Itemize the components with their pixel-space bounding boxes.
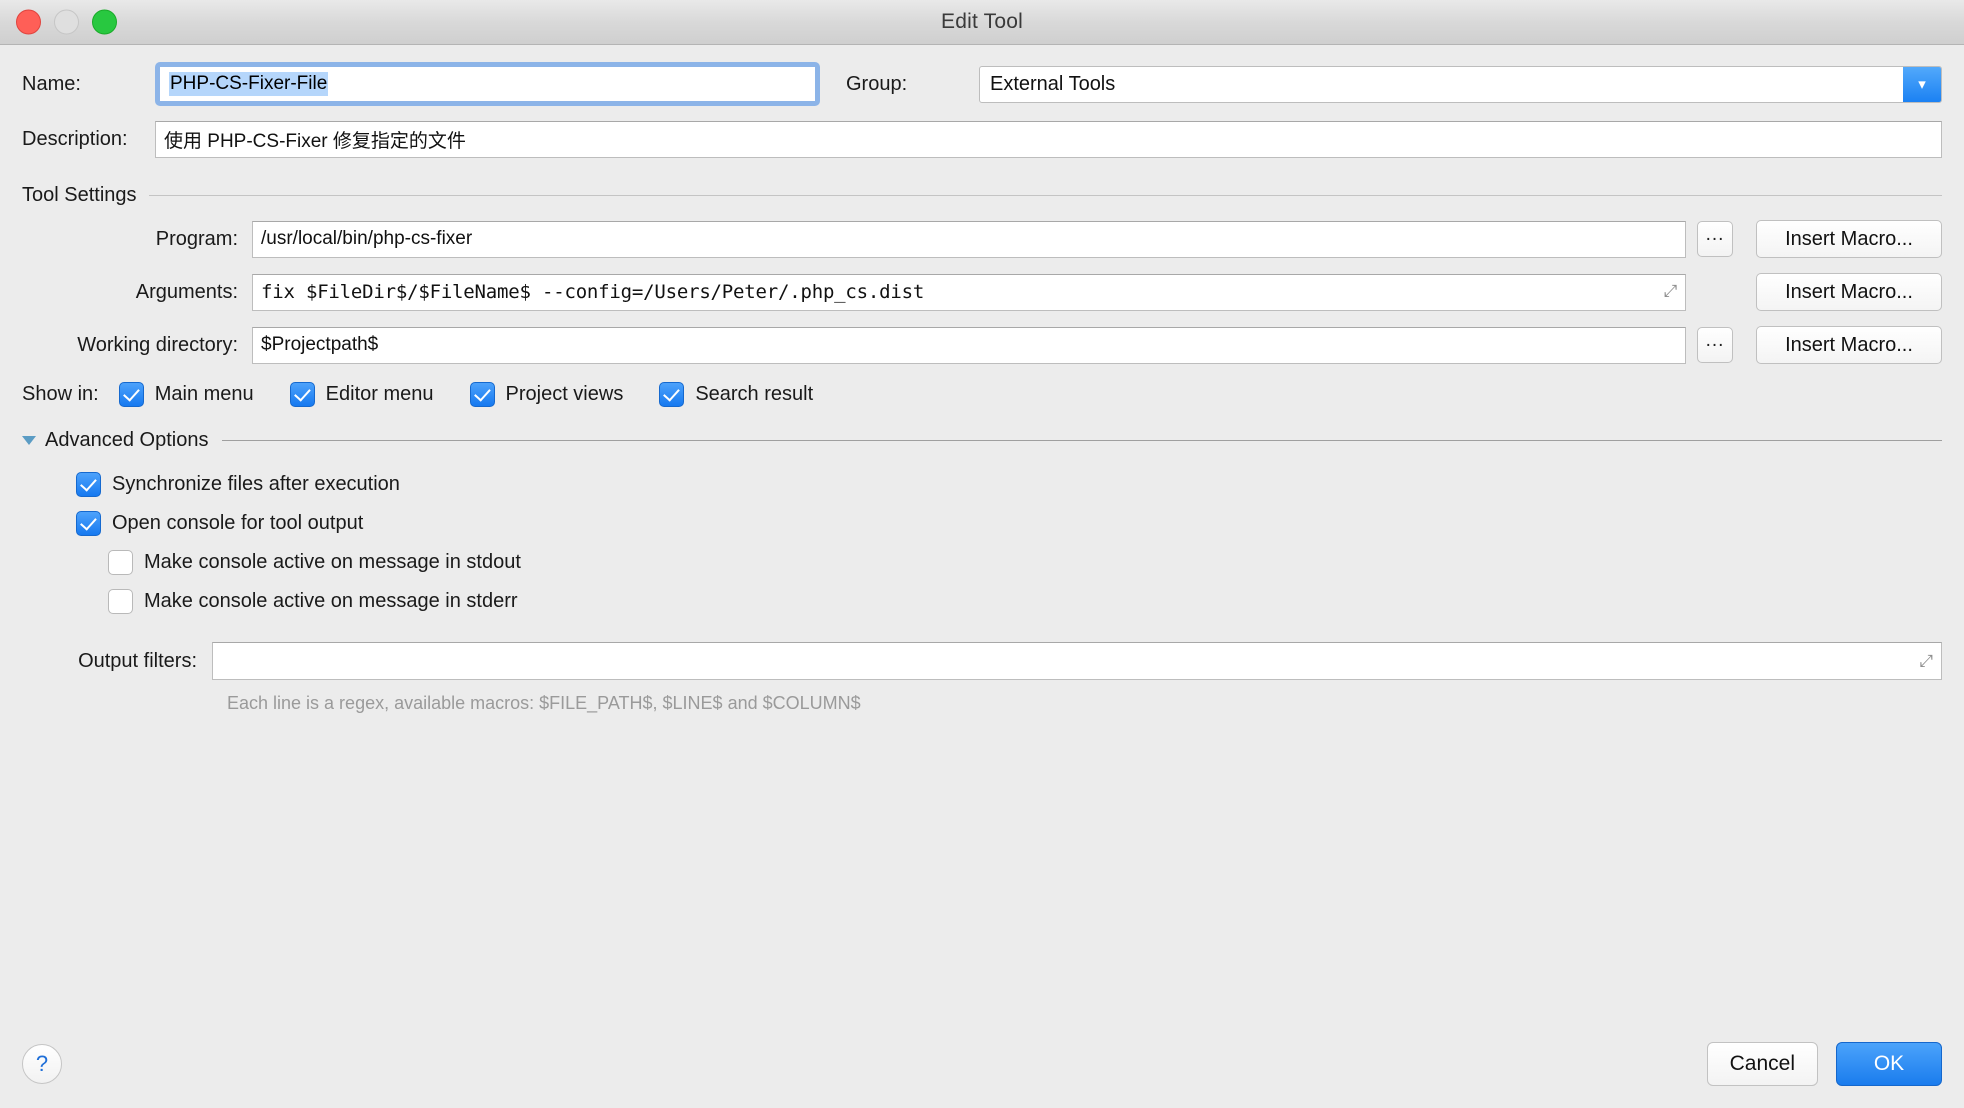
title-bar: Edit Tool: [0, 0, 1964, 45]
checkbox-synchronize-files[interactable]: Synchronize files after execution: [76, 472, 1942, 497]
name-field-wrapper: PHP-CS-Fixer-File: [155, 62, 820, 106]
name-row: Name: PHP-CS-Fixer-File Group: External …: [22, 62, 1942, 106]
output-filters-row: Output filters: ⤢: [22, 642, 1942, 680]
tool-settings-rows: Program: /usr/local/bin/php-cs-fixer ...…: [22, 220, 1942, 364]
checkbox-console-active-stderr-label: Make console active on message in stderr: [144, 590, 518, 612]
arguments-insert-macro-button[interactable]: Insert Macro...: [1756, 273, 1942, 311]
program-browse-button[interactable]: ...: [1697, 221, 1733, 257]
arguments-input-value: fix $FileDir$/$FileName$ --config=/Users…: [261, 281, 925, 303]
dialog-body: Name: PHP-CS-Fixer-File Group: External …: [0, 45, 1964, 1108]
arguments-input[interactable]: fix $FileDir$/$FileName$ --config=/Users…: [252, 273, 1686, 311]
checkbox-editor-menu[interactable]: Editor menu: [289, 382, 434, 407]
show-in-label: Show in:: [22, 383, 99, 405]
advanced-options-divider: [222, 440, 1942, 441]
window-title: Edit Tool: [941, 10, 1023, 33]
working-directory-input[interactable]: $Projectpath$: [252, 326, 1686, 364]
checkbox-project-views-box[interactable]: [469, 382, 495, 407]
dialog-footer: ? Cancel OK: [0, 1020, 1964, 1108]
checkbox-main-menu-box[interactable]: [118, 382, 144, 407]
output-filters-input[interactable]: ⤢: [212, 642, 1942, 680]
name-input-value: PHP-CS-Fixer-File: [169, 72, 329, 96]
checkbox-console-active-stdout[interactable]: Make console active on message in stdout: [108, 550, 1942, 575]
description-row: Description: 使用 PHP-CS-Fixer 修复指定的文件: [22, 121, 1942, 158]
working-directory-label: Working directory:: [77, 333, 238, 356]
output-filters-hint: Each line is a regex, available macros: …: [227, 693, 861, 713]
advanced-options-title: Advanced Options: [45, 429, 209, 451]
working-directory-browse-button[interactable]: ...: [1697, 327, 1733, 363]
expand-filters-editor-icon[interactable]: ⤢: [1919, 653, 1933, 670]
help-button[interactable]: ?: [22, 1044, 62, 1084]
output-filters-label: Output filters:: [78, 649, 197, 672]
name-label: Name:: [22, 72, 81, 95]
minimize-window-icon[interactable]: [54, 9, 79, 35]
close-window-icon[interactable]: [16, 9, 41, 35]
checkbox-main-menu-label: Main menu: [154, 383, 254, 405]
group-dropdown[interactable]: External Tools ▾: [979, 65, 1942, 103]
checkbox-console-active-stdout-box[interactable]: [108, 550, 133, 575]
checkbox-synchronize-files-label: Synchronize files after execution: [112, 473, 400, 495]
program-label: Program:: [155, 227, 238, 250]
traffic-lights: [16, 9, 117, 35]
tool-settings-divider: [148, 195, 1942, 196]
working-directory-insert-macro-button[interactable]: Insert Macro...: [1756, 326, 1942, 364]
checkbox-console-active-stderr-box[interactable]: [108, 589, 133, 614]
checkbox-search-result-box[interactable]: [659, 382, 685, 407]
name-focus-ring: PHP-CS-Fixer-File: [155, 62, 820, 106]
checkbox-synchronize-files-box[interactable]: [76, 472, 101, 497]
checkbox-main-menu[interactable]: Main menu: [118, 382, 254, 407]
working-directory-row: Working directory: $Projectpath$ ... Ins…: [22, 326, 1942, 364]
checkbox-console-active-stdout-label: Make console active on message in stdout: [144, 551, 521, 573]
cancel-button[interactable]: Cancel: [1706, 1042, 1818, 1086]
checkbox-search-result-label: Search result: [695, 383, 814, 405]
checkbox-project-views-label: Project views: [505, 383, 624, 405]
checkbox-open-console-label: Open console for tool output: [112, 512, 364, 534]
description-label: Description:: [22, 128, 128, 150]
checkbox-open-console-box[interactable]: [76, 511, 101, 536]
program-insert-macro-button[interactable]: Insert Macro...: [1756, 220, 1942, 258]
checkbox-project-views[interactable]: Project views: [469, 382, 624, 407]
description-input[interactable]: 使用 PHP-CS-Fixer 修复指定的文件: [155, 121, 1942, 158]
program-input[interactable]: /usr/local/bin/php-cs-fixer: [252, 220, 1686, 258]
expand-editor-icon[interactable]: ⤢: [1664, 283, 1678, 301]
name-input[interactable]: PHP-CS-Fixer-File: [160, 67, 815, 101]
arguments-label: Arguments:: [135, 280, 238, 303]
program-row: Program: /usr/local/bin/php-cs-fixer ...…: [22, 220, 1942, 258]
edit-tool-dialog: Edit Tool Name: PHP-CS-Fixer-File Group:…: [0, 0, 1964, 1108]
checkbox-search-result[interactable]: Search result: [659, 382, 813, 407]
group-dropdown-value: External Tools: [990, 72, 1116, 95]
advanced-options-header[interactable]: Advanced Options: [22, 429, 1942, 452]
group-label: Group:: [846, 72, 908, 95]
checkbox-editor-menu-label: Editor menu: [325, 383, 434, 405]
checkbox-console-active-stderr[interactable]: Make console active on message in stderr: [108, 589, 1942, 614]
advanced-options-list: Synchronize files after execution Open c…: [22, 472, 1942, 614]
tool-settings-header: Tool Settings: [22, 184, 1942, 207]
ok-button[interactable]: OK: [1836, 1042, 1942, 1086]
disclosure-triangle-icon[interactable]: [22, 436, 36, 445]
tool-settings-title: Tool Settings: [22, 184, 137, 206]
arguments-row: Arguments: fix $FileDir$/$FileName$ --co…: [22, 273, 1942, 311]
checkbox-open-console[interactable]: Open console for tool output: [76, 511, 1942, 536]
chevron-down-icon[interactable]: ▾: [1903, 66, 1941, 102]
checkbox-editor-menu-box[interactable]: [289, 382, 315, 407]
maximize-window-icon[interactable]: [92, 9, 117, 35]
show-in-row: Show in: Main menu Editor menu Project v…: [22, 382, 1942, 407]
